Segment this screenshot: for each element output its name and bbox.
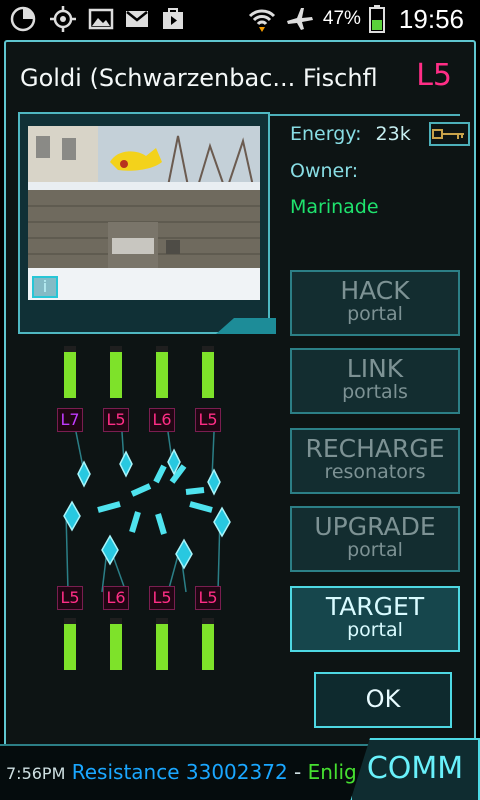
resonator-level[interactable]: L5 [57,586,83,610]
portal-photo-frame: i [18,112,276,334]
owner-name[interactable]: Marinade [290,196,470,218]
target-button[interactable]: TARGET portal [290,586,460,652]
portal-photo-image [28,126,260,300]
battery-percent: 47% [322,8,361,29]
battery-icon [368,5,385,33]
clock: 19:56 [398,3,464,34]
ticker-faction: Resistance 33002372 [71,760,288,784]
recharge-sublabel: resonators [324,461,426,483]
ticker-separator: - [287,760,308,784]
owner-label: Owner: [290,160,359,182]
link-button[interactable]: LINK portals [290,348,460,414]
comm-ticker[interactable]: 7:56PM Resistance 33002372 - Enlig [6,760,356,784]
resonator-level[interactable]: L5 [195,586,221,610]
portal-level: L5 [416,58,452,93]
resonator-energy-fill [202,624,214,670]
resonator-energy-bar [156,618,168,670]
resonator-energy-bar [156,346,168,398]
portal-info: Energy: 23k Owner: Marinade [290,122,470,218]
portal-photo[interactable]: i [28,126,260,300]
resonator-energy-bar [110,346,122,398]
ticker-time: 7:56PM [6,764,66,783]
resonator-energy-fill [156,352,168,398]
status-right: 47% 19:56 [247,4,464,34]
gallery-icon [88,8,114,30]
upgrade-button[interactable]: UPGRADE portal [290,506,460,572]
resonator-energy-fill [110,352,122,398]
crosshair-icon [50,6,76,32]
recharge-button[interactable]: RECHARGE resonators [290,428,460,494]
link-sublabel: portals [342,381,408,403]
hack-button[interactable]: HACK portal [290,270,460,336]
resonator-energy-fill [156,624,168,670]
resonator-energy-fill [64,624,76,670]
portal-title: Goldi (Schwarzenbac... Fischfl [20,64,378,92]
recharge-label: RECHARGE [305,434,445,463]
resonator-level[interactable]: L6 [103,586,129,610]
wifi-icon [248,9,275,32]
upgrade-sublabel: portal [347,539,403,561]
resonator-diagram: L7 L5 L6 L5 L5 L6 L5 L5 [46,342,266,682]
resonator-level[interactable]: L5 [149,586,175,610]
info-button[interactable]: i [32,276,58,298]
pie-chart-icon [10,6,36,32]
resonator-level[interactable]: L5 [195,408,221,432]
hack-sublabel: portal [347,303,403,325]
gmail-icon [126,11,148,27]
portal-details-panel: Goldi (Schwarzenbac... Fischfl L5 i Ener… [4,40,476,760]
resonator-energy-bar [202,618,214,670]
target-label: TARGET [325,592,425,621]
resonator-energy-bar [110,618,122,670]
resonator-level[interactable]: L6 [149,408,175,432]
resonator-energy-bar [64,618,76,670]
energy-value: 23k [375,123,411,145]
ok-button[interactable]: OK [314,672,452,728]
resonator-energy-fill [202,352,214,398]
resonator-energy-fill [110,624,122,670]
resonator-level[interactable]: L5 [103,408,129,432]
play-store-icon [163,8,183,29]
airplane-icon [286,8,313,30]
resonator-energy-bar [64,346,76,398]
upgrade-label: UPGRADE [314,512,436,541]
comm-button[interactable]: COMM [350,738,480,800]
energy-row: Energy: 23k [290,122,470,146]
resonator-energy-bar [202,346,214,398]
resonator-level[interactable]: L7 [57,408,83,432]
portal-key-icon[interactable] [428,122,470,146]
status-bar: 47% 19:56 [0,0,480,38]
photo-frame-tab [216,318,276,334]
link-label: LINK [346,354,404,383]
ticker-tail: Enlig [307,760,356,784]
hack-label: HACK [340,276,410,305]
energy-label: Energy: [290,123,362,145]
target-sublabel: portal [347,619,403,641]
resonator-energy-fill [64,352,76,398]
comm-bar: 7:56PM Resistance 33002372 - Enlig COMM [0,738,480,800]
